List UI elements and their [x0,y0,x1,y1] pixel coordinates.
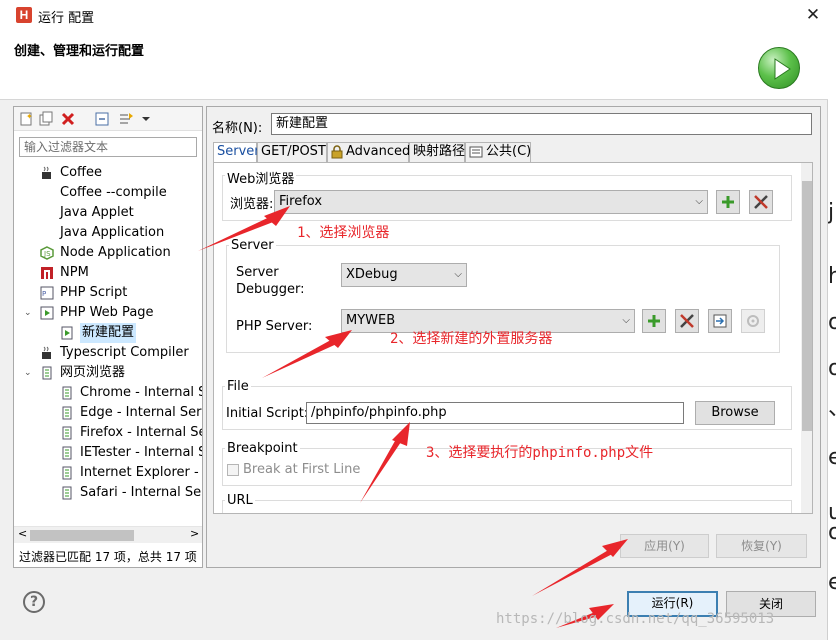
arrow-step2 [262,330,352,378]
annotation-step1: 1、选择浏览器 [297,225,390,241]
arrow-apply [532,539,628,596]
arrow-step1 [198,206,290,251]
watermark: https://blog.csdn.net/qq_36595013 [496,611,775,627]
arrow-step3 [360,422,410,503]
annotation-step2: 2、选择新建的外置服务器 [390,331,553,347]
annotation-arrows [198,206,628,628]
annotation-step3: 3、选择要执行的phpinfo.php文件 [426,445,654,461]
